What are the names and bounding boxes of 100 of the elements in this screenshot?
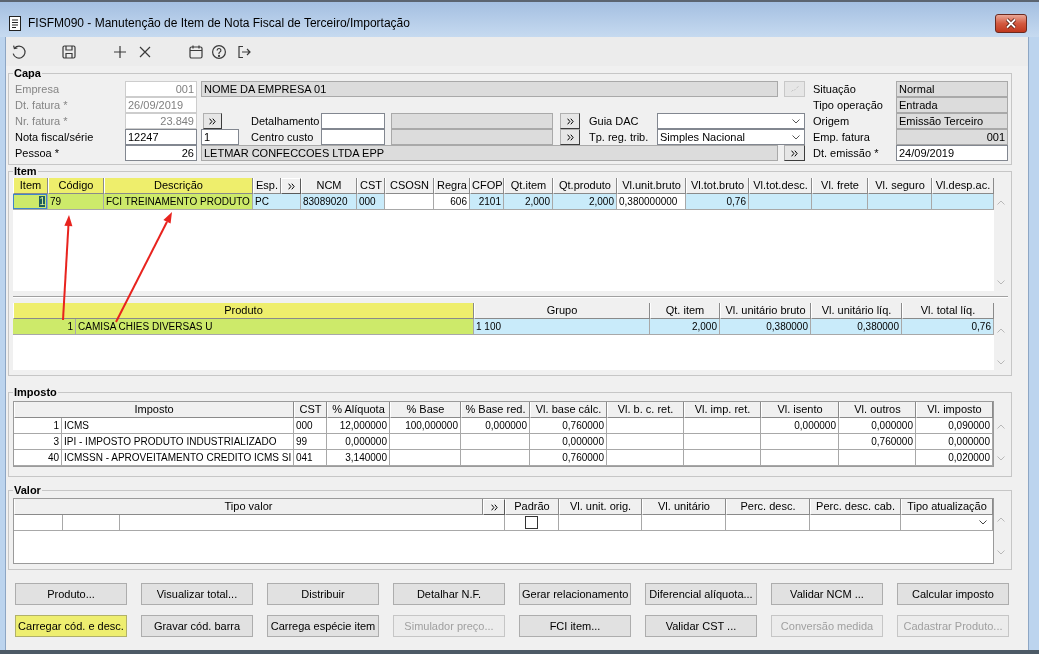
document-icon [9, 16, 21, 31]
column-header: Vl.desp.ac. [932, 178, 994, 194]
undo-icon[interactable] [11, 43, 27, 60]
text-field[interactable] [391, 113, 553, 129]
chevron-down-icon[interactable] [997, 456, 1005, 461]
column-header: CSOSN [385, 178, 434, 194]
action-button[interactable]: FCI item... [519, 615, 631, 637]
column-header: Vl. unitário líq. [811, 303, 902, 319]
table-cell: 3 [14, 434, 62, 450]
lookup-button[interactable] [203, 113, 222, 129]
table-cell[interactable] [559, 515, 642, 531]
column-header: % Base red. [461, 402, 530, 418]
chevron-down-icon[interactable] [997, 360, 1005, 365]
action-button[interactable]: Carregar cód. e desc. [15, 615, 127, 637]
lookup-button[interactable] [560, 113, 580, 129]
table-cell: 0,000000 [530, 434, 607, 450]
column-header: CST [357, 178, 385, 194]
column-header: Vl. base cálc. [530, 402, 607, 418]
double-chevron-icon [566, 117, 574, 125]
plus-icon[interactable] [112, 43, 128, 60]
chevron-up-icon[interactable] [997, 424, 1005, 429]
double-chevron-icon [209, 117, 216, 125]
table-cell: 12,000000 [327, 418, 390, 434]
table-cell: 1 [14, 418, 62, 434]
text-field[interactable] [321, 129, 385, 145]
table-cell[interactable] [120, 515, 505, 531]
column-header: Tipo atualização [901, 499, 993, 515]
group-title: Item [13, 165, 38, 178]
field-label: Nota fiscal/série [15, 130, 95, 145]
action-button[interactable]: Visualizar total... [141, 583, 253, 605]
text-field[interactable]: 12247 [125, 129, 197, 145]
table-cell: 0,000000 [839, 418, 916, 434]
column-header: Item [13, 178, 48, 194]
action-button[interactable]: Carrega espécie item [267, 615, 379, 637]
table-cell: 0,760000 [839, 434, 916, 450]
table-cell[interactable] [642, 515, 726, 531]
column-header: Tipo valor [14, 499, 483, 515]
help-icon[interactable] [211, 43, 227, 60]
calendar-icon[interactable] [188, 43, 204, 60]
action-button[interactable]: Detalhar N.F. [393, 583, 505, 605]
checkbox[interactable] [525, 516, 538, 529]
table-cell: 2,000 [504, 194, 553, 210]
table-cell: 0,380000000 [617, 194, 686, 210]
chevron-up-icon[interactable] [997, 200, 1005, 205]
dropdown-field[interactable] [901, 515, 993, 531]
field-label: Dt. fatura * [15, 98, 69, 113]
chevron-down-icon[interactable] [997, 550, 1005, 555]
table-cell: 000 [357, 194, 385, 210]
dropdown-field[interactable]: Simples Nacional [657, 129, 805, 145]
column-header: Vl. frete [812, 178, 868, 194]
table-cell[interactable] [14, 515, 63, 531]
text-field[interactable] [391, 129, 553, 145]
column-header: Descrição [104, 178, 253, 194]
column-header: Regra [434, 178, 470, 194]
column-header: Vl.tot.desc. [749, 178, 812, 194]
field-label: Emp. fatura [813, 130, 871, 145]
action-button[interactable]: Validar CST ... [645, 615, 757, 637]
text-field[interactable]: 1 [201, 129, 239, 145]
exit-icon[interactable] [236, 43, 252, 60]
action-button[interactable]: Distribuir [267, 583, 379, 605]
column-header: Vl. total líq. [902, 303, 994, 319]
field-label: Empresa [15, 82, 61, 97]
chevron-down-icon[interactable] [997, 280, 1005, 285]
action-button[interactable]: Gerar relacionamento [519, 583, 631, 605]
table-cell: 2,000 [553, 194, 617, 210]
text-field[interactable]: 24/09/2019 [896, 145, 1008, 161]
lookup-button[interactable] [784, 145, 805, 161]
table-cell: 0,76 [902, 319, 994, 335]
chevron-up-icon[interactable] [997, 328, 1005, 333]
table-cell: 0,760000 [530, 450, 607, 466]
table-cell: 40 [14, 450, 62, 466]
column-header: CST [294, 402, 327, 418]
action-button[interactable]: Validar NCM ... [771, 583, 883, 605]
column-header: Qt.produto [553, 178, 617, 194]
field-label: Pessoa * [15, 146, 61, 161]
dropdown-field[interactable] [657, 113, 805, 129]
chevron-up-icon[interactable] [997, 517, 1005, 522]
table-cell: ICMSSN - APROVEITAMENTO CREDITO ICMS SI [62, 450, 294, 466]
column-header: Vl. outros [839, 402, 916, 418]
action-button[interactable]: Calcular imposto [897, 583, 1009, 605]
action-button[interactable]: Produto... [15, 583, 127, 605]
action-button[interactable]: Diferencial alíquota... [645, 583, 757, 605]
table-cell: 000 [294, 418, 327, 434]
table-cell: FCI TREINAMENTO PRODUTO [104, 194, 253, 210]
action-button[interactable]: Gravar cód. barra [141, 615, 253, 637]
close-button[interactable] [995, 14, 1027, 33]
field-label: Situação [813, 82, 857, 97]
text-field[interactable]: LETMAR CONFECCOES LTDA EPP [201, 145, 778, 161]
table-cell[interactable] [726, 515, 810, 531]
text-field[interactable] [321, 113, 385, 129]
table-cell[interactable] [810, 515, 901, 531]
table-cell: 79 [48, 194, 104, 210]
column-header: Perc. desc. cab. [810, 499, 901, 515]
group-title: Valor [13, 484, 42, 497]
text-field[interactable]: 26 [125, 145, 197, 161]
table-cell: 0,000000 [761, 418, 839, 434]
table-cell[interactable] [63, 515, 120, 531]
lookup-button[interactable] [560, 129, 580, 145]
column-header: Vl. unitário [642, 499, 726, 515]
save-icon[interactable] [61, 43, 77, 60]
